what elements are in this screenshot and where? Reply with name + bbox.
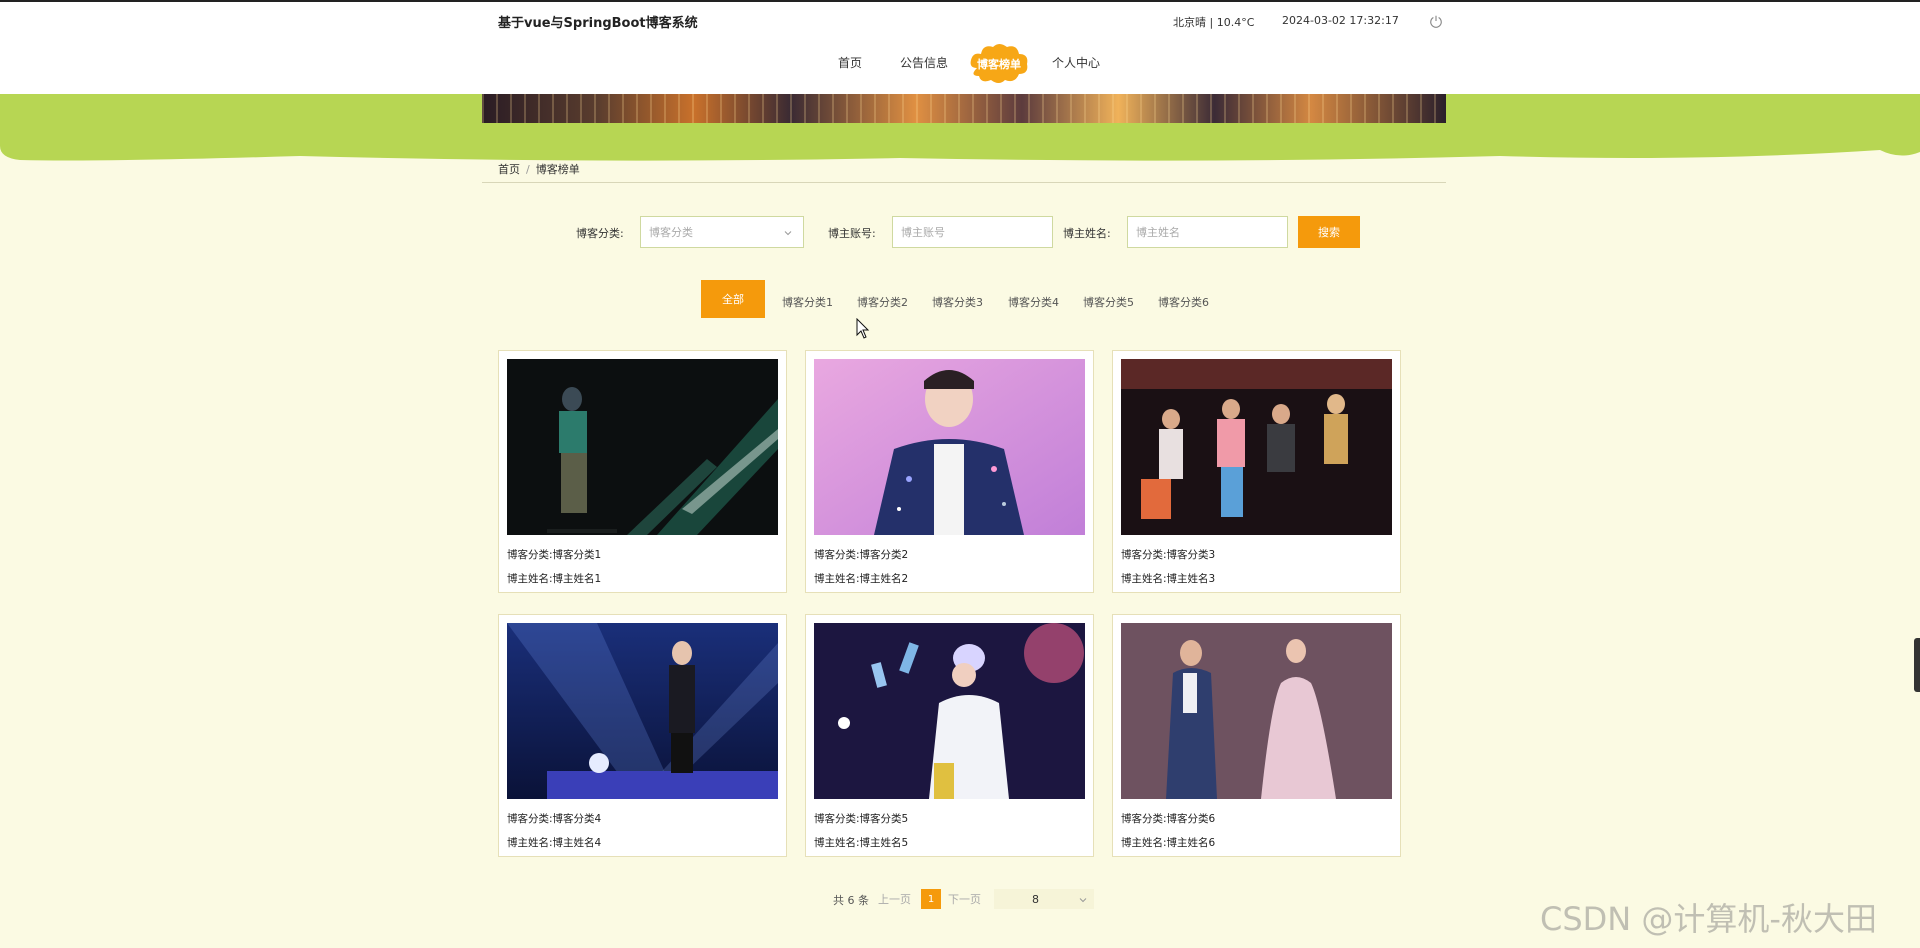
breadcrumb-current: 博客榜单	[535, 163, 580, 176]
category-filter-label: 博客分类:	[576, 227, 624, 240]
nav-item-announcements[interactable]: 公告信息	[900, 54, 948, 71]
name-filter-label: 博主姓名:	[1063, 227, 1111, 240]
tab-all[interactable]: 全部	[701, 280, 765, 318]
account-filter-label: 博主账号:	[828, 227, 876, 240]
nav-item-home[interactable]: 首页	[838, 54, 862, 71]
tab-category-6[interactable]: 博客分类6	[1158, 287, 1209, 317]
breadcrumb-separator: /	[526, 163, 530, 176]
weather-readout: 北京晴 | 10.4°C	[1173, 16, 1255, 29]
category-select-placeholder: 博客分类	[649, 226, 693, 239]
nav-item-label: 博客榜单	[977, 58, 1021, 71]
tab-category-5[interactable]: 博客分类5	[1083, 287, 1134, 317]
blog-card[interactable]: 博客分类:博客分类3 博主姓名:博主姓名3	[1112, 350, 1401, 593]
name-input-box	[1127, 216, 1288, 248]
blog-card[interactable]: 博客分类:博客分类2 博主姓名:博主姓名2	[805, 350, 1094, 593]
breadcrumb-divider	[482, 182, 1446, 183]
blog-card-author: 博主姓名:博主姓名1	[507, 573, 602, 585]
blog-card-category: 博客分类:博客分类3	[1121, 549, 1216, 561]
watermark: CSDN @计算机-秋大田	[1540, 900, 1877, 938]
banner-image	[482, 94, 1446, 123]
search-button[interactable]: 搜索	[1298, 216, 1360, 248]
blog-card-photo	[507, 359, 778, 535]
blog-card-author: 博主姓名:博主姓名5	[814, 837, 909, 849]
datetime-readout: 2024-03-02 17:32:17	[1282, 14, 1399, 27]
pagination-total: 共 6 条	[833, 894, 869, 907]
blog-card-category: 博客分类:博客分类1	[507, 549, 602, 561]
nav-item-personal-center[interactable]: 个人中心	[1052, 54, 1100, 71]
account-input[interactable]	[901, 225, 1044, 239]
blog-card-photo	[1121, 359, 1392, 535]
blog-card-author: 博主姓名:博主姓名6	[1121, 837, 1216, 849]
breadcrumb-home[interactable]: 首页	[498, 163, 520, 176]
blog-card-author: 博主姓名:博主姓名2	[814, 573, 909, 585]
blog-card[interactable]: 博客分类:博客分类1 博主姓名:博主姓名1	[498, 350, 787, 593]
account-input-box	[892, 216, 1053, 248]
site-title: 基于vue与SpringBoot博客系统	[498, 16, 698, 31]
blog-card-photo	[814, 359, 1085, 535]
tab-category-1[interactable]: 博客分类1	[782, 287, 833, 317]
power-icon[interactable]	[1429, 14, 1443, 28]
breadcrumb: 首页 / 博客榜单	[498, 161, 580, 177]
pagination-next-button[interactable]: 下一页	[948, 891, 981, 907]
side-drawer-handle[interactable]	[1914, 638, 1920, 692]
chevron-down-icon	[1079, 898, 1087, 903]
nav-item-blog-ranking[interactable]: 博客榜单	[967, 42, 1031, 86]
blog-card-author: 博主姓名:博主姓名3	[1121, 573, 1216, 585]
blog-card-category: 博客分类:博客分类5	[814, 813, 909, 825]
tab-category-4[interactable]: 博客分类4	[1008, 287, 1059, 317]
blog-card-author: 博主姓名:博主姓名4	[507, 837, 602, 849]
blog-card-photo	[1121, 623, 1392, 799]
blog-card-photo	[507, 623, 778, 799]
blog-card-category: 博客分类:博客分类6	[1121, 813, 1216, 825]
tab-category-2[interactable]: 博客分类2	[857, 287, 908, 317]
mouse-cursor-icon	[856, 318, 870, 339]
pagination-current-page[interactable]: 1	[921, 889, 941, 909]
top-header: 基于vue与SpringBoot博客系统 北京晴 | 10.4°C 2024-0…	[0, 0, 1920, 94]
pagination-prev-button[interactable]: 上一页	[878, 891, 911, 907]
name-input[interactable]	[1136, 225, 1279, 239]
page-size-value: 8	[1032, 892, 1039, 906]
chevron-down-icon	[784, 231, 792, 236]
blog-card[interactable]: 博客分类:博客分类4 博主姓名:博主姓名4	[498, 614, 787, 857]
blog-card[interactable]: 博客分类:博客分类6 博主姓名:博主姓名6	[1112, 614, 1401, 857]
main-nav: 首页 公告信息 博客榜单 个人中心	[0, 42, 1920, 86]
blog-card-category: 博客分类:博客分类2	[814, 549, 909, 561]
tab-category-3[interactable]: 博客分类3	[932, 287, 983, 317]
blog-card[interactable]: 博客分类:博客分类5 博主姓名:博主姓名5	[805, 614, 1094, 857]
blog-card-photo	[814, 623, 1085, 799]
category-select[interactable]: 博客分类	[640, 216, 804, 248]
page-size-select[interactable]: 8	[994, 889, 1094, 909]
blog-card-category: 博客分类:博客分类4	[507, 813, 602, 825]
